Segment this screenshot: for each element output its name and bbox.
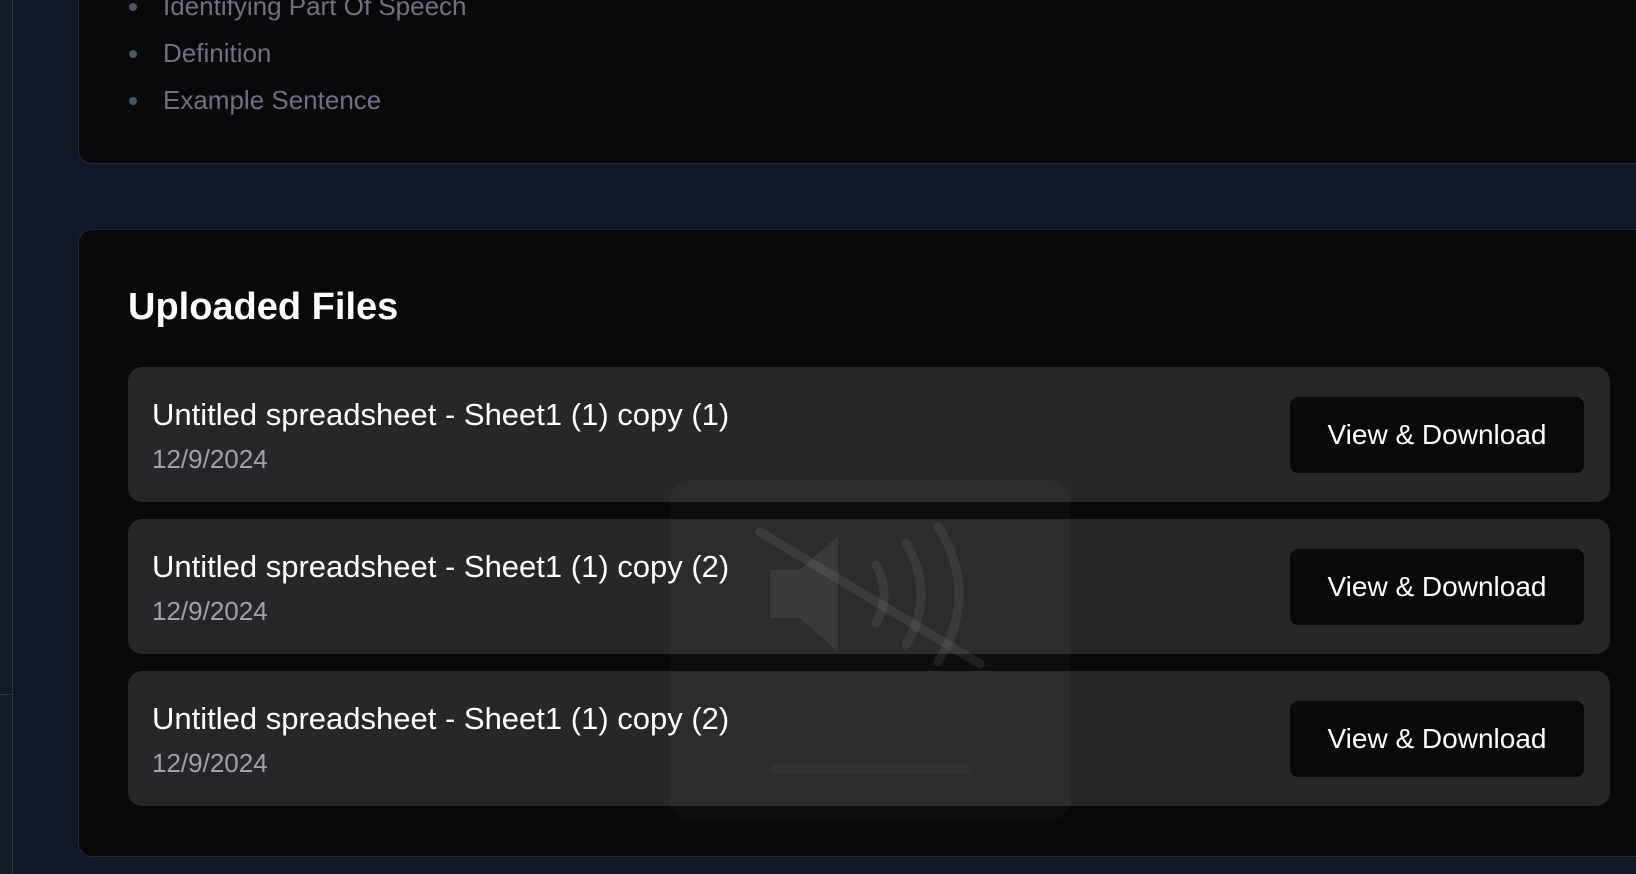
section-title: Uploaded Files (128, 286, 399, 328)
file-date: 12/9/2024 (152, 596, 268, 626)
view-download-button[interactable]: View & Download (1290, 397, 1584, 473)
uploaded-files-card: Uploaded Files Untitled spreadsheet - Sh… (78, 229, 1636, 857)
file-row: Untitled spreadsheet - Sheet1 (1) copy (… (128, 519, 1610, 654)
sidebar-divider (0, 694, 12, 695)
sidebar-edge (0, 0, 13, 874)
list-item-label: Definition (163, 38, 272, 68)
bullet-icon (129, 96, 137, 105)
list-item: Identifying Part Of Speech (79, 0, 467, 22)
list-item-label: Example Sentence (163, 85, 382, 115)
file-name: Untitled spreadsheet - Sheet1 (1) copy (… (152, 549, 730, 584)
file-date: 12/9/2024 (152, 444, 268, 474)
list-item: Example Sentence (79, 85, 381, 116)
bullet-icon (129, 49, 137, 58)
view-download-button[interactable]: View & Download (1290, 701, 1584, 777)
file-date: 12/9/2024 (152, 748, 268, 778)
file-row: Untitled spreadsheet - Sheet1 (1) copy (… (128, 671, 1610, 806)
file-row: Untitled spreadsheet - Sheet1 (1) copy (… (128, 367, 1610, 502)
list-item-label: Identifying Part Of Speech (163, 0, 467, 21)
file-name: Untitled spreadsheet - Sheet1 (1) copy (… (152, 397, 730, 432)
definition-details-card: Identifying Part Of Speech Definition Ex… (78, 0, 1636, 164)
bullet-icon (129, 2, 137, 11)
file-name: Untitled spreadsheet - Sheet1 (1) copy (… (152, 701, 730, 736)
view-download-button[interactable]: View & Download (1290, 549, 1584, 625)
list-item: Definition (79, 38, 271, 69)
